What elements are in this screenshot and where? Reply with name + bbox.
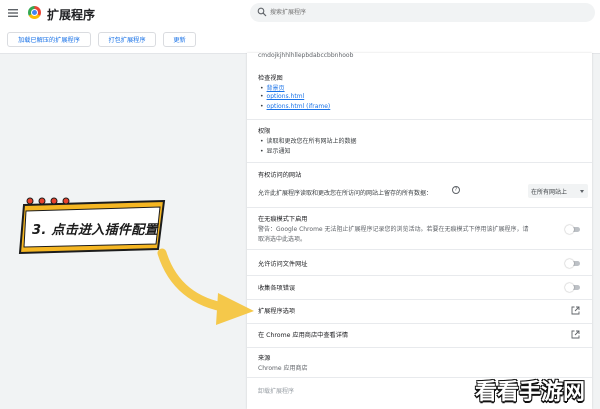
search-input[interactable] xyxy=(270,5,580,19)
extension-options-label: 扩展程序选项 xyxy=(258,308,296,315)
divider xyxy=(247,162,592,163)
open-in-new-icon xyxy=(571,330,580,339)
extension-options-row[interactable]: 扩展程序选项 xyxy=(247,299,592,323)
extensions-toolbar: 加载已解压的扩展程序 打包扩展程序 更新 xyxy=(0,27,600,54)
chevron-down-icon xyxy=(580,190,584,193)
inspect-view-link[interactable]: options.html xyxy=(260,93,305,100)
incognito-warning: 取消选中此选项。 xyxy=(258,236,307,243)
watermark: 看看手游网 xyxy=(475,380,586,405)
pack-extension-button[interactable]: 打包扩展程序 xyxy=(98,32,156,47)
extension-details-card: cmdojkjhhlhllepbdabccbbnhoob 检查视图 背景页 op… xyxy=(247,52,592,409)
view-in-store-label: 在 Chrome 应用商店中查看详情 xyxy=(258,332,349,339)
annotation-arrow-icon xyxy=(157,248,254,325)
site-access-dropdown[interactable]: 在所有网站上 xyxy=(528,184,588,198)
permission-item: 显示通知 xyxy=(260,146,291,155)
collect-errors-toggle[interactable] xyxy=(565,283,580,292)
page-title: 扩展程序 xyxy=(47,8,96,22)
load-unpacked-button[interactable]: 加载已解压的扩展程序 xyxy=(7,32,91,47)
search-box[interactable] xyxy=(250,3,595,22)
help-icon[interactable]: ? xyxy=(452,186,460,194)
divider xyxy=(247,119,592,120)
inspect-views-title: 检查视图 xyxy=(258,75,283,82)
annotation-step-text: 3. 点击进入插件配置 xyxy=(32,223,158,238)
search-icon xyxy=(257,7,267,17)
divider xyxy=(247,347,592,348)
chrome-logo-icon xyxy=(28,6,41,19)
divider xyxy=(247,207,592,208)
inspect-view-link[interactable]: options.html (iframe) xyxy=(260,103,331,110)
permission-item: 读取和更改您在所有网站上的数据 xyxy=(260,136,357,145)
update-button[interactable]: 更新 xyxy=(163,32,196,47)
incognito-warning: 警告：Google Chrome 无法阻止扩展程序记录您的浏览活动。若要在无痕模… xyxy=(258,226,529,233)
hamburger-menu-icon[interactable] xyxy=(7,7,19,19)
source-title: 来源 xyxy=(258,355,271,362)
incognito-toggle[interactable] xyxy=(565,225,580,234)
file-urls-toggle[interactable] xyxy=(565,259,580,268)
permissions-title: 权限 xyxy=(258,128,271,135)
inspect-view-link[interactable]: 背景页 xyxy=(260,83,285,92)
site-access-description: 允许此扩展程序读取和更改您在所访问的网站上留存的所有数据： xyxy=(258,190,433,197)
divider xyxy=(247,275,592,276)
site-access-selected: 在所有网站上 xyxy=(531,189,568,196)
site-access-title: 有权访问的网站 xyxy=(258,172,302,179)
extension-id: cmdojkjhhlhllepbdabccbbnhoob xyxy=(258,52,354,59)
incognito-title: 在无痕模式下启用 xyxy=(258,216,308,223)
uninstall-button[interactable]: 卸载扩展程序 xyxy=(258,386,294,395)
collect-errors-label: 收集各项错误 xyxy=(258,285,296,292)
top-bar: 扩展程序 xyxy=(0,0,600,27)
file-urls-label: 允许访问文件网址 xyxy=(258,261,308,268)
open-in-new-icon xyxy=(571,306,580,315)
view-in-store-row[interactable]: 在 Chrome 应用商店中查看详情 xyxy=(247,323,592,347)
divider xyxy=(247,249,592,250)
source-value: Chrome 应用商店 xyxy=(258,365,308,372)
